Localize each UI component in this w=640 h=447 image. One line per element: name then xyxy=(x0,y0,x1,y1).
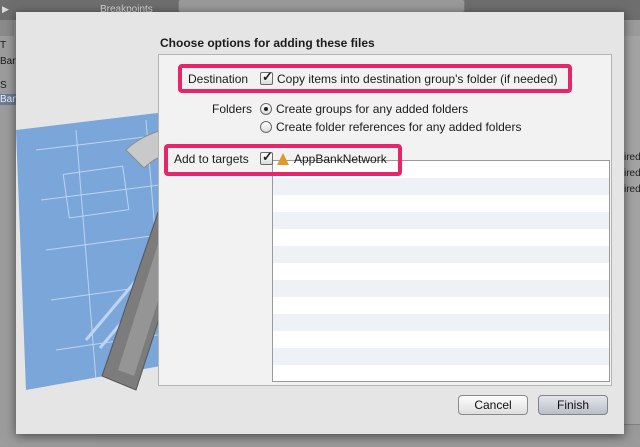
create-folder-references-radio[interactable]: Create folder references for any added f… xyxy=(260,120,521,134)
editor-row: ired xyxy=(624,168,640,179)
destination-highlight xyxy=(178,64,572,93)
targets-highlight xyxy=(164,144,402,176)
run-icon: ▶ xyxy=(2,4,9,14)
navigator-row: T xyxy=(0,40,7,51)
editor-row: ired xyxy=(624,152,640,163)
targets-list[interactable] xyxy=(272,160,610,382)
targets-row xyxy=(273,229,609,246)
targets-row xyxy=(273,280,609,297)
cancel-button[interactable]: Cancel xyxy=(458,395,528,415)
folders-label: Folders xyxy=(212,102,253,116)
targets-row xyxy=(273,297,609,314)
create-groups-label: Create groups for any added folders xyxy=(276,102,469,116)
targets-row xyxy=(273,246,609,263)
targets-row xyxy=(273,331,609,348)
targets-row xyxy=(273,178,609,195)
create-groups-radio[interactable]: Create groups for any added folders xyxy=(260,102,468,116)
targets-row xyxy=(273,212,609,229)
editor-row: ired xyxy=(624,184,640,195)
dialog-title: Choose options for adding these files xyxy=(160,36,375,50)
finish-button[interactable]: Finish xyxy=(538,395,608,415)
navigator-row: S xyxy=(0,80,7,91)
targets-row xyxy=(273,314,609,331)
targets-row xyxy=(273,348,609,365)
targets-row xyxy=(273,195,609,212)
add-files-sheet: Choose options for adding these files De… xyxy=(16,12,624,434)
radio-unselected-icon[interactable] xyxy=(260,121,272,133)
radio-selected-icon[interactable] xyxy=(260,103,272,115)
targets-row xyxy=(273,263,609,280)
targets-row xyxy=(273,365,609,381)
create-folder-references-label: Create folder references for any added f… xyxy=(276,120,522,134)
